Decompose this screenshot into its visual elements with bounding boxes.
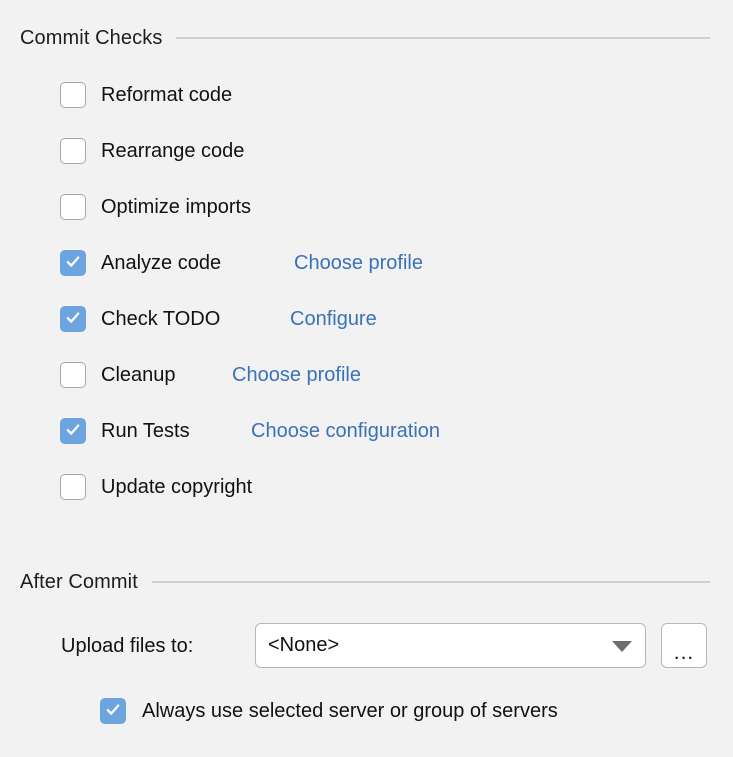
link-cleanup-choose-profile[interactable]: Choose profile bbox=[232, 362, 361, 388]
checkbox-label-update-copyright: Update copyright bbox=[101, 476, 253, 498]
checkmark-icon bbox=[66, 256, 80, 267]
checkbox-analyze-code[interactable] bbox=[60, 250, 86, 276]
checkbox-check-todo[interactable] bbox=[60, 306, 86, 332]
checkbox-label-optimize-imports: Optimize imports bbox=[101, 196, 252, 218]
upload-files-row: Upload files to: <None> ... bbox=[0, 623, 733, 669]
commit-checks-section-header: Commit Checks bbox=[20, 25, 710, 51]
link-run-tests-choose-configuration[interactable]: Choose configuration bbox=[251, 418, 440, 444]
section-divider bbox=[151, 581, 710, 583]
checkbox-cleanup[interactable] bbox=[60, 362, 86, 388]
checkmark-icon bbox=[66, 424, 80, 435]
checkbox-row-run-tests[interactable]: Run Tests bbox=[60, 418, 190, 444]
checkbox-label-check-todo: Check TODO bbox=[101, 308, 221, 330]
checkmark-icon bbox=[66, 312, 80, 323]
checkbox-label-run-tests: Run Tests bbox=[101, 420, 190, 442]
checkbox-label-cleanup: Cleanup bbox=[101, 364, 176, 386]
checkbox-label-analyze-code: Analyze code bbox=[101, 252, 222, 274]
checkbox-row-cleanup[interactable]: Cleanup bbox=[60, 362, 176, 388]
section-divider bbox=[176, 37, 710, 39]
after-commit-section-header: After Commit bbox=[20, 569, 710, 595]
checkbox-row-update-copyright[interactable]: Update copyright bbox=[60, 474, 252, 500]
checkbox-label-rearrange-code: Rearrange code bbox=[101, 140, 245, 162]
chevron-down-icon[interactable] bbox=[612, 641, 632, 652]
checkbox-row-always-use-selected-server[interactable]: Always use selected server or group of s… bbox=[100, 698, 558, 724]
checkbox-row-optimize-imports[interactable]: Optimize imports bbox=[60, 194, 251, 220]
checkbox-run-tests[interactable] bbox=[60, 418, 86, 444]
browse-servers-button[interactable]: ... bbox=[661, 623, 707, 668]
checkbox-row-rearrange-code[interactable]: Rearrange code bbox=[60, 138, 244, 164]
checkmark-icon bbox=[106, 704, 120, 715]
link-analyze-code-choose-profile[interactable]: Choose profile bbox=[294, 250, 423, 276]
commit-checks-title: Commit Checks bbox=[20, 27, 163, 49]
checkbox-always-use-selected-server[interactable] bbox=[100, 698, 126, 724]
checkbox-optimize-imports[interactable] bbox=[60, 194, 86, 220]
checkbox-label-always-use-selected-server: Always use selected server or group of s… bbox=[142, 700, 558, 722]
upload-server-selected-value: <None> bbox=[268, 634, 340, 656]
checkbox-label-reformat-code: Reformat code bbox=[101, 84, 233, 106]
checkbox-update-copyright[interactable] bbox=[60, 474, 86, 500]
checkbox-row-analyze-code[interactable]: Analyze code bbox=[60, 250, 221, 276]
checkbox-reformat-code[interactable] bbox=[60, 82, 86, 108]
checkbox-row-reformat-code[interactable]: Reformat code bbox=[60, 82, 232, 108]
checkbox-row-check-todo[interactable]: Check TODO bbox=[60, 306, 220, 332]
link-check-todo-configure[interactable]: Configure bbox=[290, 306, 377, 332]
checkbox-rearrange-code[interactable] bbox=[60, 138, 86, 164]
ellipsis-icon: ... bbox=[673, 641, 695, 664]
after-commit-title: After Commit bbox=[20, 571, 138, 593]
upload-server-dropdown[interactable]: <None> bbox=[255, 623, 646, 668]
upload-files-label: Upload files to: bbox=[61, 635, 194, 657]
